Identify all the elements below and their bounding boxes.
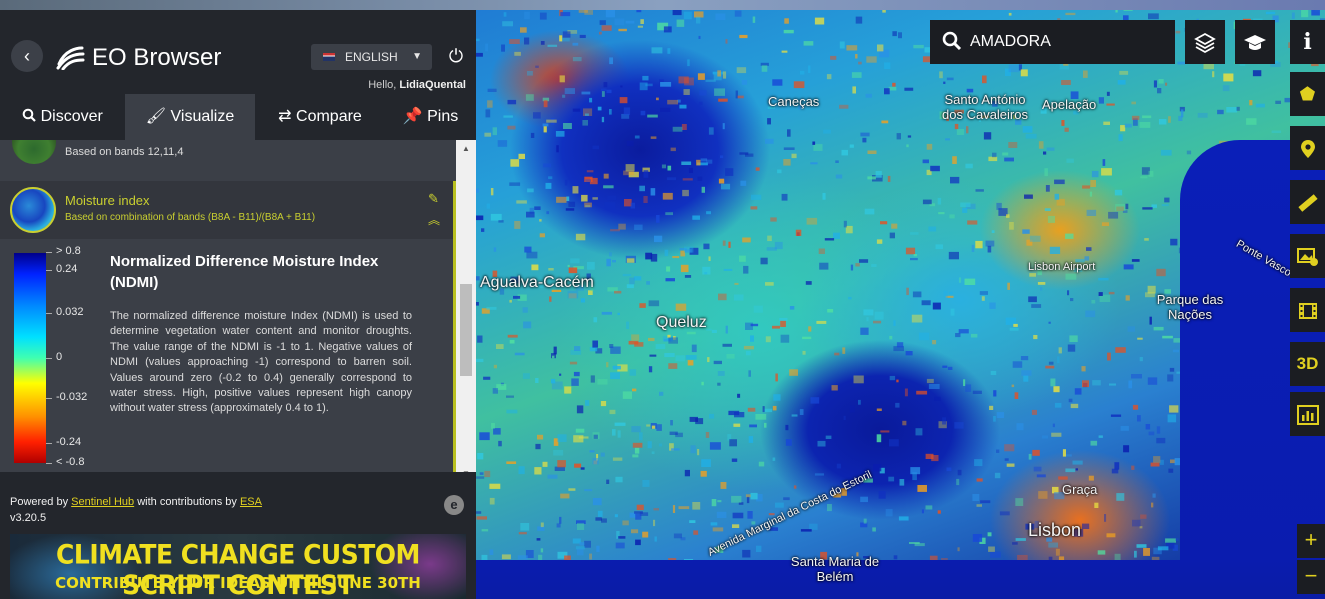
map-label-santa-maria: Santa Maria de Belém xyxy=(790,554,880,584)
eo-browser-logo-icon xyxy=(56,46,85,70)
map-label-lisbon-airport: Lisbon Airport xyxy=(1028,261,1096,273)
sentinel-hub-link[interactable]: Sentinel Hub xyxy=(71,496,134,508)
ndmi-legend: > 0.8 0.24 0.032 0 -0.032 -0.24 < -0.8 N… xyxy=(0,239,456,472)
eo-browser-app: Caneças Santo António dos Cavaleiros Ape… xyxy=(0,0,1325,599)
tab-discover[interactable]: Discover xyxy=(0,94,125,140)
education-mode-button[interactable] xyxy=(1235,20,1275,64)
tab-compare[interactable]: ⇄ Compare xyxy=(255,94,385,140)
location-pin-icon xyxy=(1300,140,1315,159)
uk-flag-icon xyxy=(323,53,335,61)
map-label-apelacao: Apelação xyxy=(1042,97,1097,112)
logout-power-icon[interactable]: ⏻ xyxy=(446,46,466,66)
scroll-up-arrow-icon[interactable]: ▲ xyxy=(456,144,476,153)
greeting-prefix: Hello, xyxy=(368,79,397,91)
coastal-water xyxy=(470,560,1325,599)
layer-title: Moisture index xyxy=(65,193,150,208)
collapse-sidebar-button[interactable]: ‹ xyxy=(11,40,43,72)
location-search xyxy=(930,20,1175,64)
swap-arrows-icon: ⇄ xyxy=(278,108,292,125)
sidebar-header: ‹ EO Browser ENGLISH ▼ ⏻ Hello, LidiaQue… xyxy=(0,10,476,94)
tab-visualize[interactable]: 🖌 Visualize xyxy=(125,94,255,140)
top-strip xyxy=(0,0,1325,10)
info-button[interactable]: i xyxy=(1290,20,1325,64)
powered-by-text: Powered by Sentinel Hub with contributio… xyxy=(10,496,262,508)
image-download-tool-button[interactable] xyxy=(1290,234,1325,278)
brush-icon: 🖌 xyxy=(145,108,167,125)
contributions-label: with contributions by xyxy=(137,496,237,508)
legend-tick: 0.032 xyxy=(46,306,84,318)
layers-panel: Based on bands 12,11,4 Moisture index Ba… xyxy=(0,140,456,472)
language-label: ENGLISH xyxy=(345,50,398,64)
main-tabs: Discover 🖌 Visualize ⇄ Compare 📌 Pins xyxy=(0,94,476,140)
legend-tick: -0.032 xyxy=(45,391,88,403)
legend-tick: < -0.8 xyxy=(45,456,85,468)
edit-icon[interactable]: ✎ xyxy=(428,191,439,207)
layers-icon xyxy=(1194,32,1216,53)
legend-title: Normalized Difference Moisture Index (ND… xyxy=(110,253,379,291)
map-label-queluz: Queluz xyxy=(656,314,707,331)
poi-tool-button[interactable] xyxy=(1290,126,1325,170)
graduation-cap-icon xyxy=(1244,34,1266,50)
sidebar-footer: Powered by Sentinel Hub with contributio… xyxy=(0,472,476,599)
powered-by-label: Powered by xyxy=(10,496,69,508)
measure-tool-button[interactable] xyxy=(1290,180,1325,224)
legend-tick: -0.24 xyxy=(45,436,82,448)
layer-description: Based on bands 12,11,4 xyxy=(65,146,184,158)
legend-description: The normalized difference moisture Index… xyxy=(110,310,412,415)
sidebar: ‹ EO Browser ENGLISH ▼ ⏻ Hello, LidiaQue… xyxy=(0,10,476,599)
language-dropdown[interactable]: ENGLISH ▼ xyxy=(311,44,432,70)
search-icon xyxy=(22,108,36,122)
draw-area-tool-button[interactable]: ⬟ xyxy=(1290,72,1325,116)
layer-thumbnail xyxy=(10,187,56,233)
ruler-icon xyxy=(1297,194,1318,212)
panel-scrollbar[interactable]: ▲ ▼ xyxy=(456,140,476,480)
esa-link[interactable]: ESA xyxy=(240,496,262,508)
map-label-santo-antonio: Santo António dos Cavaleiros xyxy=(942,92,1028,122)
legend-tick: > 0.8 xyxy=(46,245,81,257)
version-label: v3.20.5 xyxy=(10,512,47,524)
tab-label: Pins xyxy=(427,108,459,125)
film-strip-icon xyxy=(1298,303,1317,320)
zoom-out-button[interactable]: − xyxy=(1297,560,1325,594)
map-label-canecas: Caneças xyxy=(768,94,820,109)
search-icon xyxy=(942,31,962,51)
double-chevron-up-icon[interactable]: ︽ xyxy=(428,211,440,228)
user-greeting: Hello, LidiaQuental xyxy=(368,79,466,91)
color-scale-bar xyxy=(14,253,46,463)
map-label-lisbon: Lisbon xyxy=(1028,520,1082,540)
legend-tick: 0 xyxy=(45,351,63,363)
zoom-in-button[interactable]: + xyxy=(1297,524,1325,558)
copernicus-logo-icon[interactable]: e xyxy=(444,495,464,515)
tab-label: Visualize xyxy=(170,108,235,125)
banner-subline: CONTRIBUTE YOUR IDEAS UNTIL JUNE 30TH xyxy=(55,574,421,592)
layer-description: Based on combination of bands (B8A - B11… xyxy=(65,212,316,223)
app-title: EO Browser xyxy=(92,44,222,71)
scroll-thumb[interactable] xyxy=(460,284,472,376)
layer-thumbnail xyxy=(12,140,56,164)
bar-chart-icon xyxy=(1296,405,1319,426)
3d-view-button[interactable]: 3D xyxy=(1290,342,1325,386)
contest-banner[interactable]: CLIMATE CHANGE CUSTOM SCRIPT CONTEST CON… xyxy=(10,534,466,599)
map-label-agualva: Agualva-Cacém xyxy=(480,274,594,291)
map-label-parque-nacoes: Parque das Nações xyxy=(1156,292,1224,322)
caret-down-icon: ▼ xyxy=(412,51,422,62)
search-input[interactable] xyxy=(970,20,1170,64)
pentagon-icon: ⬟ xyxy=(1299,84,1316,104)
tab-label: Compare xyxy=(296,108,362,125)
map-label-graca: Graça xyxy=(1062,482,1098,497)
tab-label: Discover xyxy=(40,108,103,125)
layer-item-previous[interactable]: Based on bands 12,11,4 xyxy=(0,140,456,174)
pin-icon: 📌 xyxy=(402,108,423,125)
timelapse-tool-button[interactable] xyxy=(1290,288,1325,332)
username: LidiaQuental xyxy=(399,79,466,91)
statistics-tool-button[interactable] xyxy=(1290,392,1325,436)
layers-button[interactable] xyxy=(1185,20,1225,64)
image-download-icon xyxy=(1296,248,1318,267)
tab-pins[interactable]: 📌 Pins xyxy=(385,94,476,140)
legend-tick: 0.24 xyxy=(45,263,78,275)
layer-item-moisture-index[interactable]: Moisture index Based on combination of b… xyxy=(0,181,456,239)
